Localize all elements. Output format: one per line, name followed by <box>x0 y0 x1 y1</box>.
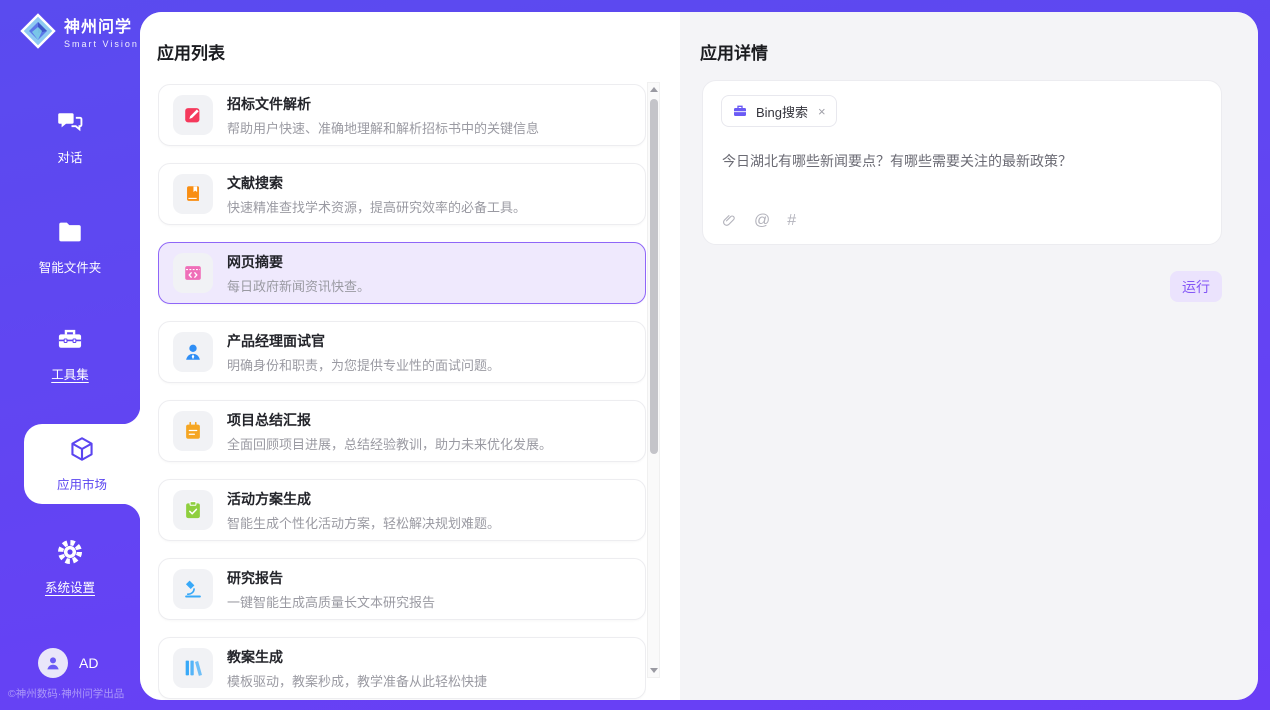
briefcase-icon <box>732 103 748 119</box>
app-detail-title: 应用详情 <box>700 39 768 64</box>
scroll-up-icon[interactable] <box>650 87 658 92</box>
gear-icon <box>56 538 84 566</box>
app-card[interactable]: 活动方案生成 智能生成个性化活动方案，轻松解决规划难题。 <box>158 479 646 541</box>
app-description: 全面回顾项目进展，总结经验教训，助力未来优化发展。 <box>227 434 552 453</box>
app-card[interactable]: 文献搜索 快速精准查找学术资源，提高研究效率的必备工具。 <box>158 163 646 225</box>
app-description: 明确身份和职责，为您提供专业性的面试问题。 <box>227 355 500 374</box>
nav-label: 应用市场 <box>24 474 140 493</box>
person-icon <box>44 654 62 672</box>
nav-label: 系统设置 <box>0 577 140 596</box>
app-name: 活动方案生成 <box>227 489 500 509</box>
interviewer-icon <box>173 332 213 372</box>
tool-chip-label: Bing搜索 <box>756 102 808 121</box>
sidebar-item-cube[interactable]: 应用市场 <box>24 424 140 504</box>
microscope-icon <box>173 569 213 609</box>
app-description: 快速精准查找学术资源，提高研究效率的必备工具。 <box>227 197 526 216</box>
paperclip-icon[interactable] <box>721 212 737 230</box>
app-card[interactable]: 招标文件解析 帮助用户快速、准确地理解和解析招标书中的关键信息 <box>158 84 646 146</box>
app-card[interactable]: 教案生成 模板驱动，教案秒成，教学准备从此轻松快捷 <box>158 637 646 699</box>
user-label: AD <box>79 655 98 671</box>
app-card[interactable]: 项目总结汇报 全面回顾项目进展，总结经验教训，助力未来优化发展。 <box>158 400 646 462</box>
app-name: 招标文件解析 <box>227 94 539 114</box>
app-description: 每日政府新闻资讯快查。 <box>227 276 370 295</box>
app-window: 神州问学 Smart Vision 对话 智能文件夹 工具集 <box>0 0 1270 710</box>
sidebar-item-gear[interactable]: 系统设置 <box>0 538 140 596</box>
app-name: 研究报告 <box>227 568 435 588</box>
sidebar-nav: 对话 智能文件夹 工具集 应用市场 <box>0 0 140 710</box>
nav-label: 智能文件夹 <box>0 257 140 276</box>
app-name: 产品经理面试官 <box>227 331 500 351</box>
app-name: 教案生成 <box>227 647 487 667</box>
app-name: 项目总结汇报 <box>227 410 552 430</box>
scrollbar-thumb[interactable] <box>650 99 658 454</box>
folder-icon <box>56 218 84 246</box>
run-button[interactable]: 运行 <box>1170 271 1222 302</box>
app-card[interactable]: 研究报告 一键智能生成高质量长文本研究报告 <box>158 558 646 620</box>
tool-chip-bing-search[interactable]: Bing搜索 × <box>721 95 837 127</box>
app-card[interactable]: 网页摘要 每日政府新闻资讯快查。 <box>158 242 646 304</box>
copyright: ©神州数码·神州问学出品 <box>8 686 124 701</box>
notepad-icon <box>173 411 213 451</box>
main-content: 应用列表 招标文件解析 帮助用户快速、准确地理解和解析招标书中的关键信息 <box>140 12 1258 700</box>
browser-code-icon <box>173 253 213 293</box>
input-tools: @ # <box>721 212 796 230</box>
app-card[interactable]: 产品经理面试官 明确身份和职责，为您提供专业性的面试问题。 <box>158 321 646 383</box>
nav-label: 对话 <box>0 147 140 166</box>
app-name: 文献搜索 <box>227 173 526 193</box>
sidebar: 神州问学 Smart Vision 对话 智能文件夹 工具集 <box>0 0 140 710</box>
sidebar-item-folder[interactable]: 智能文件夹 <box>0 218 140 276</box>
clipboard-check-icon <box>173 490 213 530</box>
user-row[interactable]: AD <box>38 648 98 678</box>
app-list: 招标文件解析 帮助用户快速、准确地理解和解析招标书中的关键信息 文献搜索 快速精… <box>158 84 646 700</box>
hash-icon[interactable]: # <box>787 213 796 229</box>
cube-icon <box>68 435 96 463</box>
toolbox-icon <box>56 325 84 353</box>
app-list-pane: 应用列表 招标文件解析 帮助用户快速、准确地理解和解析招标书中的关键信息 <box>140 12 680 700</box>
scrollbar[interactable] <box>647 82 660 678</box>
prompt-text[interactable]: 今日湖北有哪些新闻要点？有哪些需要关注的最新政策？ <box>722 151 1205 171</box>
pen-square-icon <box>173 95 213 135</box>
prompt-card[interactable]: Bing搜索 × 今日湖北有哪些新闻要点？有哪些需要关注的最新政策？ @ # <box>702 80 1222 245</box>
avatar <box>38 648 68 678</box>
app-description: 模板驱动，教案秒成，教学准备从此轻松快捷 <box>227 671 487 690</box>
chat-icon <box>56 108 84 136</box>
nav-label: 工具集 <box>0 364 140 383</box>
sidebar-item-chat[interactable]: 对话 <box>0 108 140 166</box>
app-list-title: 应用列表 <box>157 39 225 64</box>
app-detail-pane: 应用详情 Bing搜索 × 今日湖北有哪些新闻要点？有哪些需要关注的最新政策？ <box>680 12 1258 700</box>
app-description: 帮助用户快速、准确地理解和解析招标书中的关键信息 <box>227 118 539 137</box>
book-icon <box>173 174 213 214</box>
app-description: 一键智能生成高质量长文本研究报告 <box>227 592 435 611</box>
app-description: 智能生成个性化活动方案，轻松解决规划难题。 <box>227 513 500 532</box>
scroll-down-icon[interactable] <box>650 668 658 673</box>
books-icon <box>173 648 213 688</box>
chip-close-icon[interactable]: × <box>818 104 826 119</box>
mention-icon[interactable]: @ <box>754 213 770 229</box>
sidebar-item-toolbox[interactable]: 工具集 <box>0 325 140 383</box>
app-name: 网页摘要 <box>227 252 370 272</box>
